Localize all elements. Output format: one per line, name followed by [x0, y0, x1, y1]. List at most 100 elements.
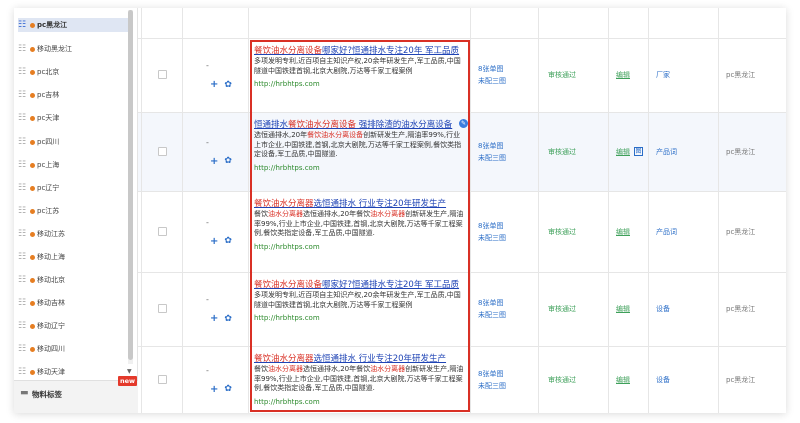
edit-link[interactable]: 编辑	[616, 304, 630, 314]
review-status: 审核通过	[548, 305, 576, 313]
plus-icon[interactable]: +	[210, 79, 218, 90]
status-dot-icon	[30, 254, 35, 260]
unit-name: pc黑龙江	[726, 375, 756, 384]
review-status: 审核通过	[548, 147, 576, 156]
tree-item[interactable]: ☷ pc江苏	[18, 204, 59, 218]
tree-item[interactable]: ☷ 移动天津	[18, 365, 65, 379]
tree-item[interactable]: ☷ 移动吉林	[18, 296, 65, 310]
list-icon: ☷	[18, 66, 27, 77]
tree-item-label: pc上海	[37, 161, 60, 169]
review-status: 审核通过	[548, 375, 576, 384]
row-checkbox[interactable]	[158, 226, 167, 236]
list-icon: ☷	[18, 320, 27, 331]
tree-item[interactable]: ☷ 移动辽宁	[18, 319, 65, 333]
list-icon: ☷	[18, 366, 27, 377]
tree-item-label: 移动北京	[37, 276, 65, 284]
tree-item-label: pc天津	[37, 114, 60, 122]
row-actions: + ✿	[210, 313, 232, 324]
triple-image-link[interactable]: 未配三图	[478, 380, 506, 392]
plus-icon[interactable]: +	[210, 236, 218, 247]
edit-link[interactable]: 编辑	[616, 375, 630, 385]
folder-icon: ▬	[20, 388, 29, 398]
single-image-link[interactable]: 8张单图	[478, 63, 506, 75]
row-actions: + ✿	[210, 156, 232, 167]
status-dot-icon	[30, 46, 35, 52]
scrollbar-thumb[interactable]	[128, 10, 133, 360]
row-checkbox[interactable]	[158, 374, 167, 384]
list-icon: ☷	[18, 19, 27, 30]
list-icon: ☷	[18, 205, 27, 216]
triple-image-link[interactable]: 未配三图	[478, 75, 506, 87]
list-icon: ☷	[18, 182, 27, 193]
tree-item[interactable]: ☷ 移动黑龙江	[18, 42, 72, 56]
edit-link[interactable]: 编辑	[616, 147, 630, 157]
keyword-tag: 厂家	[656, 71, 670, 79]
tree-item[interactable]: ☷ 移动四川	[18, 342, 65, 356]
image-links: 8张单图 未配三图	[478, 63, 506, 87]
single-image-link[interactable]: 8张单图	[478, 297, 506, 309]
list-icon: ☷	[18, 228, 27, 239]
row-checkbox[interactable]	[158, 146, 167, 156]
status-dot-icon	[30, 208, 35, 214]
new-badge: new	[118, 376, 138, 386]
tree-item-label: 移动上海	[37, 253, 65, 261]
tree-item[interactable]: ☷ pc天津	[18, 111, 59, 125]
sidebar: ☷ pc黑龙江 ☷ 移动黑龙江 ☷ pc北京 ☷ pc吉林 ☷ pc天津 ☷ pc四川 ☷ pc上海 ☷ pc…	[14, 8, 138, 413]
edit-link[interactable]: 编辑	[616, 227, 630, 237]
tree-item-label: 移动四川	[37, 345, 65, 353]
tree-item-label: pc北京	[37, 68, 60, 76]
scroll-down-icon[interactable]: ▼	[127, 368, 132, 375]
row-dash: -	[206, 137, 209, 147]
list-icon: ☷	[18, 136, 27, 147]
triple-image-link[interactable]: 未配三图	[478, 152, 506, 164]
tree-item-label: 移动辽宁	[37, 322, 65, 330]
list-icon: ☷	[18, 297, 27, 308]
edit-creative-icon[interactable]: ✎	[459, 119, 468, 128]
tree-item[interactable]: ☷ pc北京	[18, 65, 59, 79]
single-image-link[interactable]: 8张单图	[478, 140, 506, 152]
edit-link[interactable]: 编辑	[616, 70, 630, 80]
status-dot-icon	[30, 231, 35, 237]
row-dash: -	[206, 295, 209, 304]
gear-icon[interactable]: ✿	[224, 384, 232, 394]
status-dot-icon	[30, 69, 35, 75]
triple-image-link[interactable]: 未配三图	[478, 232, 506, 244]
image-preview-icon[interactable]: 图	[634, 146, 643, 156]
row-checkbox[interactable]	[158, 304, 167, 313]
list-icon: ☷	[18, 159, 27, 170]
list-icon: ☷	[18, 251, 27, 262]
single-image-link[interactable]: 8张单图	[478, 368, 506, 380]
tree-item-label: pc辽宁	[37, 184, 60, 192]
plus-icon[interactable]: +	[210, 156, 218, 167]
tree-item-label: pc四川	[37, 138, 60, 146]
row-dash: -	[206, 217, 209, 227]
tree-item[interactable]: ☷ 移动上海	[18, 250, 65, 264]
gear-icon[interactable]: ✿	[224, 80, 232, 90]
row-dash: -	[206, 61, 209, 70]
tree-item[interactable]: ☷ 移动北京	[18, 273, 65, 287]
tree-item[interactable]: ☷ pc四川	[18, 135, 59, 149]
status-dot-icon	[30, 300, 35, 306]
row-checkbox[interactable]	[158, 70, 167, 79]
gear-icon[interactable]: ✿	[224, 236, 232, 246]
material-tag-label: 物料标签	[32, 390, 62, 399]
triple-image-link[interactable]: 未配三图	[478, 309, 506, 321]
image-links: 8张单图 未配三图	[478, 297, 506, 321]
sidebar-scrollbar[interactable]	[128, 10, 133, 364]
gear-icon[interactable]: ✿	[224, 314, 232, 324]
tree-item[interactable]: ☷ pc黑龙江	[18, 18, 130, 32]
tree-item[interactable]: ☷ pc上海	[18, 158, 59, 172]
tree-item[interactable]: ☷ pc吉林	[18, 88, 59, 102]
tree-item-label: 移动吉林	[37, 299, 65, 307]
gear-icon[interactable]: ✿	[224, 156, 232, 166]
creative-highlight-box	[250, 40, 470, 412]
tree-item[interactable]: ☷ 移动江苏	[18, 227, 65, 241]
status-dot-icon	[30, 323, 35, 329]
tree-item[interactable]: ☷ pc辽宁	[18, 181, 59, 195]
row-actions: + ✿	[210, 79, 232, 90]
tree-item-label: 移动天津	[37, 368, 65, 376]
unit-name: pc黑龙江	[726, 71, 756, 79]
single-image-link[interactable]: 8张单图	[478, 220, 506, 232]
plus-icon[interactable]: +	[210, 384, 218, 395]
plus-icon[interactable]: +	[210, 313, 218, 324]
